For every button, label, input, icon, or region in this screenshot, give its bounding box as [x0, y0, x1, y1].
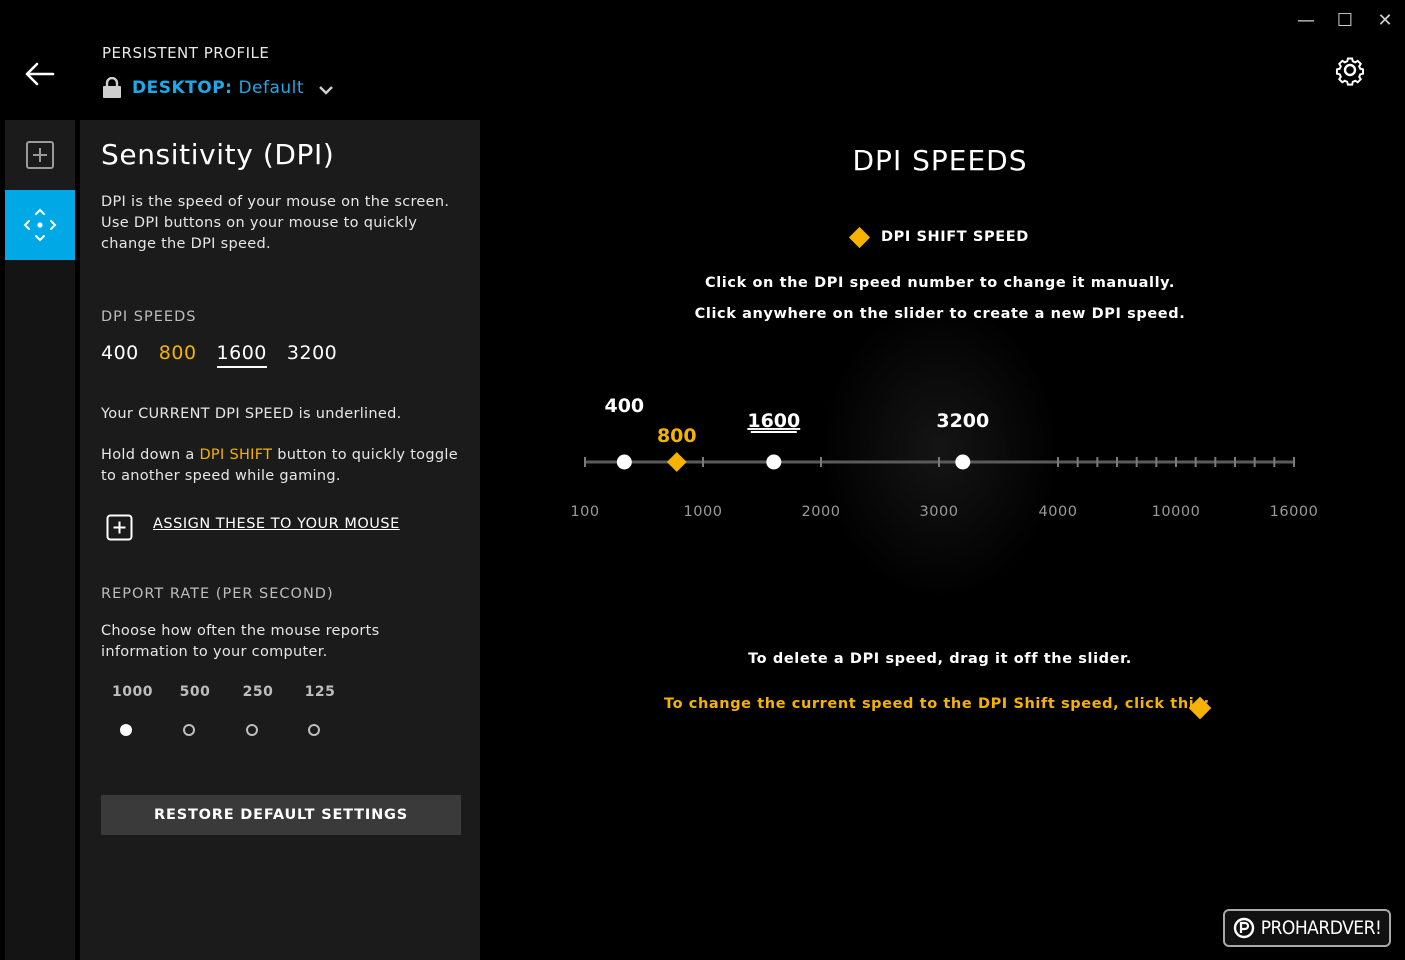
slider-point-label[interactable]: 400	[604, 395, 644, 417]
slider-axis-label: 4000	[1039, 504, 1078, 520]
back-arrow-icon	[25, 62, 55, 86]
slider-handle[interactable]	[616, 454, 632, 470]
settings-button[interactable]	[1333, 53, 1367, 87]
assign-button[interactable]	[106, 514, 133, 541]
add-feature-button[interactable]	[5, 120, 75, 190]
shift-instruction: To change the current speed to the DPI S…	[664, 696, 1210, 712]
slider-shift-handle[interactable]	[666, 452, 687, 472]
instruction-create: Click anywhere on the slider to create a…	[694, 306, 1186, 322]
panel-description: DPI is the speed of your mouse on the sc…	[101, 194, 450, 252]
slider-point-label[interactable]: 800	[657, 425, 697, 447]
report-rate-label: 1000	[112, 684, 153, 700]
profile-device: DESKTOP:	[132, 78, 233, 98]
chevron-down-icon	[319, 86, 333, 95]
profile-selector[interactable]: DESKTOP: Default	[102, 76, 334, 100]
slider-handle[interactable]	[766, 454, 782, 470]
dpi-speeds-heading: DPI SPEEDS	[101, 309, 197, 325]
slider-axis-label: 3000	[920, 504, 959, 520]
slider-axis-label: 16000	[1270, 504, 1319, 520]
main-title: DPI SPEEDS	[852, 144, 1028, 177]
report-rate-label: 125	[304, 684, 336, 700]
assign-to-mouse-link[interactable]: ASSIGN THESE TO YOUR MOUSE	[153, 516, 400, 532]
panel-title: Sensitivity (DPI)	[101, 138, 335, 171]
dpi-shift-word: DPI SHIFT	[199, 447, 273, 463]
profile-name: Default	[238, 78, 305, 98]
watermark: PROHARDVER!	[1223, 909, 1391, 947]
plus-box-icon	[26, 141, 54, 169]
restore-defaults-button[interactable]: RESTORE DEFAULT SETTINGS	[101, 795, 461, 835]
dpi-speed-item-shift[interactable]: 800	[159, 342, 197, 368]
report-rate-radio[interactable]	[246, 724, 258, 736]
minimize-button[interactable]: —	[1293, 10, 1319, 32]
profile-caption: PERSISTENT PROFILE	[102, 44, 270, 62]
sensitivity-feature-button[interactable]	[5, 190, 75, 260]
gear-icon	[1335, 57, 1365, 86]
report-rate-radio[interactable]	[308, 724, 320, 736]
slider-axis-label: 10000	[1152, 504, 1201, 520]
report-rate-label: 250	[242, 684, 274, 700]
dpi-shift-note-pre: Hold down a	[101, 447, 200, 463]
shift-legend-label: DPI SHIFT SPEED	[881, 229, 1029, 245]
report-rate-heading: REPORT RATE (PER SECOND)	[101, 586, 334, 602]
watermark-logo-icon	[1233, 917, 1254, 939]
report-rate-radio[interactable]	[183, 724, 195, 736]
report-rate-description: Choose how often the mouse reports infor…	[101, 623, 380, 660]
dpi-speed-item-current[interactable]: 1600	[216, 342, 267, 368]
maximize-button[interactable]: ☐	[1332, 10, 1358, 32]
move-arrows-icon	[23, 208, 57, 242]
back-button[interactable]	[24, 60, 56, 88]
slider-axis-label: 2000	[802, 504, 841, 520]
watermark-text: PROHARDVER!	[1260, 917, 1382, 939]
dpi-speed-item[interactable]: 400	[101, 342, 139, 368]
lock-icon	[103, 77, 121, 98]
delete-instruction: To delete a DPI speed, drag it off the s…	[748, 651, 1132, 667]
instruction-manual: Click on the DPI speed number to change …	[705, 275, 1175, 291]
report-rate-radio-selected[interactable]	[120, 724, 132, 736]
dpi-shift-note: Hold down a DPI SHIFT button to quickly …	[101, 445, 461, 487]
dpi-speed-list: 400 800 1600 3200	[101, 342, 337, 368]
slider-point-label[interactable]: 1600	[747, 410, 800, 432]
dpi-slider[interactable]: 100 1000 2000 3000 4000 10000 16000 400 800 1600 3…	[560, 380, 1340, 530]
slider-handle[interactable]	[955, 454, 971, 470]
report-rate-label: 500	[179, 684, 211, 700]
dpi-speed-item[interactable]: 3200	[287, 342, 337, 368]
slider-axis-label: 1000	[684, 504, 723, 520]
current-speed-note: Your CURRENT DPI SPEED is underlined.	[101, 406, 402, 422]
close-button[interactable]: ✕	[1372, 10, 1398, 32]
slider-axis-label: 100	[570, 504, 599, 520]
slider-point-label[interactable]: 3200	[936, 410, 989, 432]
plus-box-icon	[106, 514, 133, 541]
shift-legend: DPI SHIFT SPEED	[848, 226, 1029, 248]
shift-diamond-icon	[848, 226, 871, 248]
